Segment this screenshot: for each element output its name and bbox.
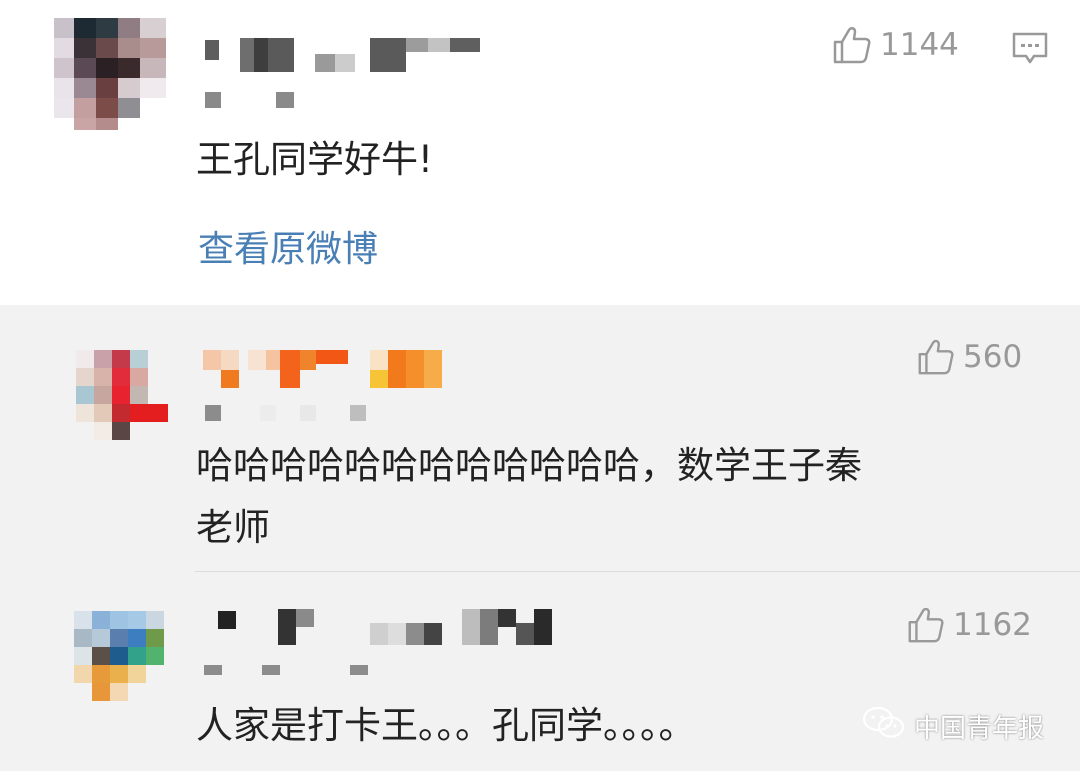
- avatar[interactable]: [74, 611, 166, 703]
- username[interactable]: [200, 350, 450, 390]
- username[interactable]: [200, 605, 580, 649]
- reply-list: 560 哈哈哈哈哈哈哈哈哈哈哈哈，数学王子秦 老师 1162 人家是打卡王。。。…: [0, 305, 1080, 771]
- thumbs-up-icon: [830, 24, 872, 66]
- like-button[interactable]: 1144: [830, 24, 959, 66]
- like-count: 1144: [880, 27, 959, 63]
- comment-time: [200, 92, 310, 112]
- username[interactable]: [200, 36, 490, 76]
- like-count: 560: [963, 339, 1023, 375]
- avatar[interactable]: [54, 18, 166, 130]
- like-button[interactable]: 1162: [905, 605, 1032, 645]
- main-comment: 1144 王孔同学好牛! 查看原微博: [0, 0, 1080, 305]
- comment-text: 人家是打卡王。。。孔同学。。。。: [196, 704, 696, 747]
- comment-time: [200, 405, 380, 425]
- avatar[interactable]: [76, 350, 168, 442]
- divider: [195, 571, 1080, 572]
- thumbs-up-icon: [905, 605, 945, 645]
- watermark: 中国青年报: [862, 705, 1044, 748]
- like-count: 1162: [953, 607, 1032, 643]
- comment-text: 哈哈哈哈哈哈哈哈哈哈哈哈，数学王子秦: [196, 444, 862, 487]
- thumbs-up-icon: [915, 337, 955, 377]
- view-original-weibo-link[interactable]: 查看原微博: [198, 220, 378, 272]
- comment-text-continued: 老师: [196, 506, 270, 549]
- comment-text: 王孔同学好牛!: [196, 138, 433, 181]
- comment-time: [200, 665, 380, 685]
- reply-comment-icon[interactable]: [1010, 28, 1050, 72]
- wechat-icon: [862, 705, 906, 748]
- weibo-comment-screenshot: 1144 王孔同学好牛! 查看原微博 560 哈哈哈哈哈哈哈哈哈哈哈哈，数学王子…: [0, 0, 1080, 771]
- like-button[interactable]: 560: [915, 337, 1022, 377]
- watermark-text: 中国青年报: [914, 714, 1045, 744]
